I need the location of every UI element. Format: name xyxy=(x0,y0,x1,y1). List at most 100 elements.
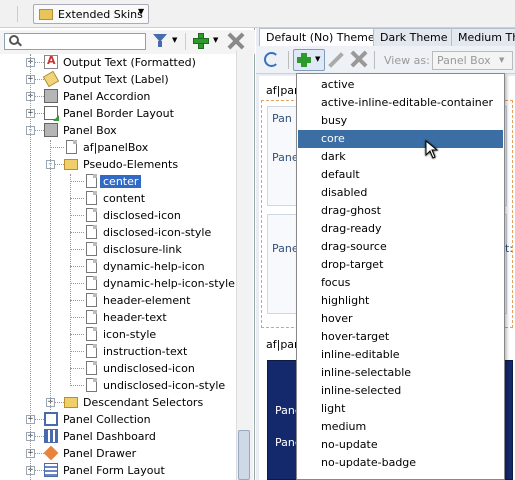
page-icon xyxy=(86,327,97,341)
refresh-icon[interactable] xyxy=(264,52,279,67)
tree-item-label: header-text xyxy=(103,311,167,324)
delete-icon[interactable] xyxy=(227,32,245,50)
chevron-down-icon: ▼ xyxy=(315,55,321,63)
view-as-label: View as: xyxy=(384,54,430,67)
toolbar-separator xyxy=(185,33,186,50)
menu-item[interactable]: inline-selectable xyxy=(298,364,503,382)
tree-item[interactable]: disclosure-link xyxy=(100,241,185,258)
page-icon xyxy=(86,191,97,205)
tree-item-label: Output Text (Label) xyxy=(63,73,169,86)
panel-label: Pan xyxy=(272,112,292,125)
tree-item-label: dynamic-help-icon-style xyxy=(103,277,235,290)
chevron-down-icon: ▼ xyxy=(138,7,145,16)
search-input[interactable] xyxy=(4,33,146,50)
skins-dropdown-button[interactable]: Extended Skins ▼ xyxy=(33,4,149,24)
tree-item-label: af|panelBox xyxy=(83,141,149,154)
menu-item[interactable]: drag-source xyxy=(298,238,503,256)
tree-item[interactable]: dynamic-help-icon xyxy=(100,258,208,275)
tab-theme[interactable]: Medium The xyxy=(451,28,515,46)
tree-item-label: Panel Box xyxy=(63,124,117,137)
tree-item[interactable]: af|panelBox xyxy=(80,139,151,156)
tree-item[interactable]: content xyxy=(100,190,148,207)
tree-item[interactable]: disclosed-icon-style xyxy=(100,224,214,241)
tree-item[interactable]: Panel Border Layout xyxy=(60,105,177,122)
tree-scrollbar[interactable] xyxy=(236,50,253,480)
tree-item[interactable]: undisclosed-icon xyxy=(100,360,198,377)
tree-connector xyxy=(70,368,84,369)
add-chevron-icon[interactable]: ▼ xyxy=(213,36,218,44)
tree-item[interactable]: Descendant Selectors xyxy=(80,394,206,411)
menu-item[interactable]: disabled xyxy=(298,184,503,202)
tree-connector xyxy=(70,283,84,284)
tree-item-label: disclosed-icon-style xyxy=(103,226,212,239)
tree-connector xyxy=(70,300,84,301)
menu-item[interactable]: light xyxy=(298,400,503,418)
tree-item[interactable]: Panel Dashboard xyxy=(60,428,159,445)
tree-item[interactable]: center xyxy=(100,173,142,190)
menu-item[interactable]: busy xyxy=(298,112,503,130)
grip-icon xyxy=(4,6,18,22)
add-pseudo-button[interactable]: ▼ xyxy=(293,49,325,71)
menu-item[interactable]: dark xyxy=(298,148,503,166)
search-field[interactable] xyxy=(25,34,143,49)
folder-icon xyxy=(64,397,78,408)
menu-item[interactable]: drag-ghost xyxy=(298,202,503,220)
tree-item-label: dynamic-help-icon xyxy=(103,260,205,273)
view-as-select[interactable]: Panel Box ▼ xyxy=(432,51,513,70)
menu-item[interactable]: default xyxy=(298,166,503,184)
tree-connector xyxy=(70,266,84,267)
menu-item[interactable]: core xyxy=(298,130,503,148)
menu-item[interactable]: inline-editable xyxy=(298,346,503,364)
tree-connector xyxy=(70,334,84,335)
menu-item[interactable]: no-update xyxy=(298,436,503,454)
tree-item[interactable]: instruction-text xyxy=(100,343,190,360)
tab-theme[interactable]: Default (No) Theme xyxy=(259,28,382,47)
tree-item-label: disclosed-icon xyxy=(103,209,181,222)
delete-icon[interactable] xyxy=(350,50,368,68)
tree-scrollbar-thumb[interactable] xyxy=(238,430,250,480)
tree-item[interactable]: disclosed-icon xyxy=(100,207,184,224)
menu-item[interactable]: no-update-badge xyxy=(298,454,503,472)
toolbar-separator xyxy=(374,51,375,69)
tree-item-label: Panel Dashboard xyxy=(63,430,156,443)
tree-item[interactable]: header-text xyxy=(100,309,170,326)
menu-item[interactable]: hover-target xyxy=(298,328,503,346)
tree-item[interactable]: Output Text (Label) xyxy=(60,71,172,88)
tree-item[interactable]: header-element xyxy=(100,292,193,309)
tree-item[interactable]: Panel Accordion xyxy=(60,88,153,105)
add-icon[interactable] xyxy=(193,33,209,49)
menu-item[interactable]: inline-selected xyxy=(298,382,503,400)
tab-theme[interactable]: Dark Theme xyxy=(373,28,455,46)
tree-item[interactable]: dynamic-help-icon-style xyxy=(100,275,238,292)
tree-guide xyxy=(70,174,71,386)
panel-label-fragment: t: xyxy=(505,242,514,255)
menu-item[interactable]: active xyxy=(298,76,503,94)
page-icon xyxy=(86,242,97,256)
tree-connector xyxy=(70,232,84,233)
tree-item[interactable]: Output Text (Formatted) xyxy=(60,54,199,71)
tree-item[interactable]: Panel Form Layout xyxy=(60,462,168,479)
tree-item-label: Panel Collection xyxy=(63,413,151,426)
menu-item[interactable]: medium xyxy=(298,418,503,436)
menu-item[interactable]: hover xyxy=(298,310,503,328)
tree-connector xyxy=(70,351,84,352)
menu-item[interactable]: focus xyxy=(298,274,503,292)
edit-icon[interactable] xyxy=(328,52,344,68)
page-icon xyxy=(86,259,97,273)
tree-item-label: Panel Accordion xyxy=(63,90,151,103)
tree-item[interactable]: Panel Collection xyxy=(60,411,154,428)
menu-item[interactable]: highlight xyxy=(298,292,503,310)
menu-item[interactable]: drag-ready xyxy=(298,220,503,238)
menu-item[interactable]: active-inline-editable-container xyxy=(298,94,503,112)
tree-connector xyxy=(70,317,84,318)
tree-item[interactable]: icon-style xyxy=(100,326,159,343)
tree-item[interactable]: Panel Drawer xyxy=(60,445,139,462)
filter-chevron-icon[interactable]: ▼ xyxy=(172,36,177,44)
chevron-down-icon: ▼ xyxy=(499,56,505,64)
output-text-formatted-icon: A xyxy=(44,54,58,69)
tree-item[interactable]: undisclosed-icon-style xyxy=(100,377,228,394)
preview-toolbar: ▼ View as: Panel Box ▼ xyxy=(256,46,515,74)
menu-item[interactable]: drop-target xyxy=(298,256,503,274)
tree-item[interactable]: Panel Box xyxy=(60,122,120,139)
tree-item[interactable]: Pseudo-Elements xyxy=(80,156,181,173)
